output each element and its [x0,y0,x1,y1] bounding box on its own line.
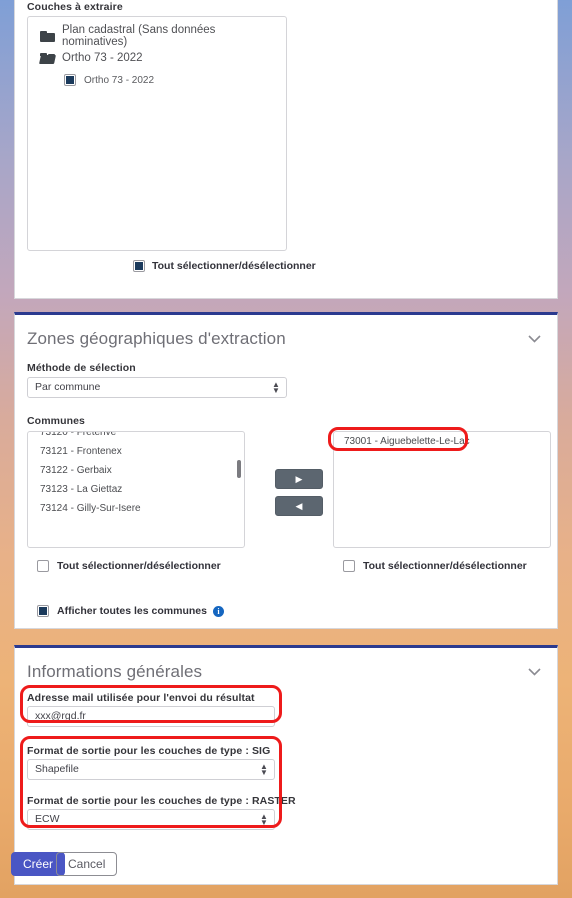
tree-item-ortho-group[interactable]: Ortho 73 - 2022 [34,47,280,69]
folder-closed-icon [40,30,55,42]
method-label: Méthode de sélection [27,362,136,374]
checkbox-icon[interactable] [343,560,355,572]
list-item[interactable]: 73122 - Gerbaix [28,461,244,480]
checkbox-icon[interactable] [37,560,49,572]
list-item[interactable]: 73124 - Gilly-Sur-Isere [28,499,244,518]
layers-select-all[interactable]: Tout sélectionner/désélectionner [133,260,316,272]
zones-card-title: Zones géographiques d'extraction [27,329,286,348]
raster-format-value: ECW [35,813,60,825]
folder-open-icon [39,52,56,64]
tree-item-plan-cadastral[interactable]: Plan cadastral (Sans données nominatives… [34,24,280,48]
checkbox-icon[interactable] [133,260,145,272]
chevron-down-icon[interactable] [528,335,541,343]
move-left-button[interactable]: ◀ [275,496,323,516]
sig-format-value: Shapefile [35,763,79,775]
communes-label: Communes [27,415,85,427]
zones-card: Zones géographiques d'extraction Méthode… [14,312,558,629]
tree-item-label: Plan cadastral (Sans données nominatives… [62,24,216,48]
mail-input[interactable]: xxx@rgd.fr [27,706,275,727]
list-item[interactable]: 73121 - Frontenex [28,442,244,461]
raster-format-select[interactable]: ECW ▲ ▼ [27,809,275,830]
spinner-icon: ▲ ▼ [272,380,280,395]
selected-select-all-label: Tout sélectionner/désélectionner [363,560,527,572]
tree-item-label: Ortho 73 - 2022 [84,74,155,86]
tree-item-ortho-layer[interactable]: Ortho 73 - 2022 [34,69,280,91]
selected-select-all[interactable]: Tout sélectionner/désélectionner [343,560,527,572]
spinner-icon: ▲ ▼ [260,812,268,827]
tree-item-label: Ortho 73 - 2022 [62,52,143,64]
method-select[interactable]: Par commune ▲ ▼ [27,377,287,398]
sig-format-label: Format de sortie pour les couches de typ… [27,745,271,757]
chevron-down-icon[interactable] [528,668,541,676]
layers-tree[interactable]: Plan cadastral (Sans données nominatives… [27,16,287,251]
show-all-communes-label: Afficher toutes les communes [57,605,207,617]
info-icon[interactable]: i [212,605,224,617]
available-select-all-label: Tout sélectionner/désélectionner [57,560,221,572]
layers-card: Couches à extraire Plan cadastral (Sans … [14,0,558,299]
spinner-icon: ▲ ▼ [260,762,268,777]
list-item[interactable]: 73001 - Aiguebelette-Le-Lac [334,432,550,452]
checkbox-icon[interactable] [64,74,76,86]
extraction-form-page: Couches à extraire Plan cadastral (Sans … [0,0,572,898]
show-all-communes-toggle[interactable]: Afficher toutes les communes i [37,605,224,617]
info-card-title: Informations générales [27,662,203,681]
move-right-button[interactable]: ▶ [275,469,323,489]
layers-select-all-label: Tout sélectionner/désélectionner [152,260,316,272]
move-left-label: ◀ [295,501,303,511]
selected-communes-list[interactable]: 73001 - Aiguebelette-Le-Lac [333,431,551,548]
mail-label: Adresse mail utilisée pour l'envoi du ré… [27,692,255,704]
general-info-card: Informations générales Adresse mail util… [14,645,558,885]
available-communes-list[interactable]: 73120 - Freterive 73121 - Frontenex 7312… [27,431,245,548]
list-item[interactable]: 73123 - La Giettaz [28,480,244,499]
move-right-label: ▶ [295,474,303,484]
list-item[interactable]: 73120 - Freterive [28,432,244,442]
available-select-all[interactable]: Tout sélectionner/désélectionner [37,560,221,572]
layers-label: Couches à extraire [27,1,123,13]
scrollbar-thumb[interactable] [237,460,241,478]
sig-format-select[interactable]: Shapefile ▲ ▼ [27,759,275,780]
raster-format-label: Format de sortie pour les couches de typ… [27,795,296,807]
cancel-button[interactable]: Cancel [56,852,118,876]
method-select-value: Par commune [35,381,101,393]
checkbox-icon[interactable] [37,605,49,617]
